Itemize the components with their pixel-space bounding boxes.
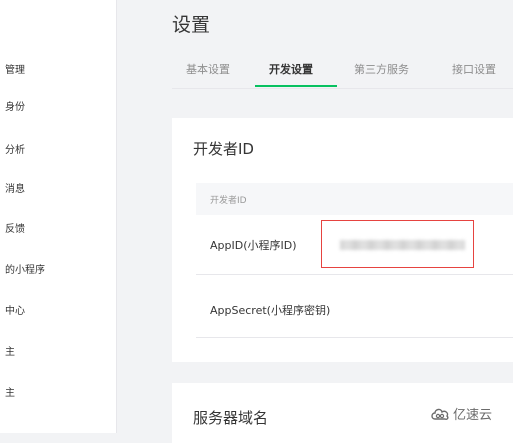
row-divider [196,274,513,275]
tab-bar: 基本设置 开发设置 第三方服务 接口设置 [172,52,513,89]
tab-basic-settings[interactable]: 基本设置 [186,61,230,77]
sidebar-item-identity[interactable]: 身份 [5,98,25,113]
sidebar-item-analytics[interactable]: 分析 [5,141,25,156]
row-divider [196,337,513,338]
sidebar-item-miniprogram[interactable]: 的小程序 [5,261,45,276]
active-tab-indicator [255,85,337,87]
appid-label: AppID(小程序ID) [210,239,297,252]
cloud-logo-icon [431,408,449,420]
sidebar-item-main-1[interactable]: 主 [5,343,15,358]
sidebar-item-main-2[interactable]: 主 [5,384,15,399]
tab-dev-settings[interactable]: 开发设置 [269,61,313,77]
watermark-text: 亿速云 [453,408,493,423]
page-title: 设置 [172,14,211,36]
appsecret-label: AppSecret(小程序密钥) [210,304,331,317]
card-title: 服务器域名 [193,409,269,427]
table-header-label: 开发者ID [210,196,247,206]
sidebar-item-manage[interactable]: 管理 [5,61,25,76]
appid-redacted-value [340,240,465,250]
sidebar-item-center[interactable]: 中心 [5,302,25,317]
card-title: 开发者ID [193,140,254,158]
sidebar: 管理 身份 分析 消息 反馈 的小程序 中心 主 主 [0,0,117,433]
developer-id-card: 开发者ID 开发者ID AppID(小程序ID) AppSecret(小程序密钥… [172,118,513,362]
watermark: 亿速云 [430,404,492,423]
sidebar-item-feedback[interactable]: 反馈 [5,220,25,235]
table-header: 开发者ID [196,183,513,215]
appid-value[interactable] [321,220,474,268]
tab-third-party[interactable]: 第三方服务 [354,61,409,77]
tab-api-settings[interactable]: 接口设置 [452,61,496,77]
sidebar-item-messages[interactable]: 消息 [5,180,25,195]
